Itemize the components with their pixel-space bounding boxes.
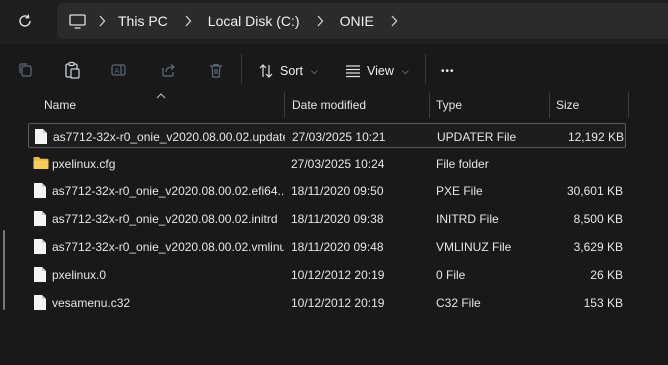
breadcrumb-local-disk[interactable]: Local Disk (C:) (208, 13, 300, 29)
view-icon (346, 65, 360, 78)
file-icon (34, 128, 50, 145)
more-options-button[interactable]: ••• (441, 58, 455, 84)
file-type: File folder (436, 156, 489, 171)
copy-icon[interactable] (14, 59, 36, 81)
file-date: 27/03/2025 10:21 (292, 129, 386, 144)
file-row[interactable]: as7712-32x-r0_onie_v2020.08.00.02.vmlinu… (28, 234, 626, 259)
command-bar: A Sort ⌵ View ⌵ ••• (0, 44, 668, 96)
file-type: INITRD File (436, 211, 499, 226)
rename-icon[interactable]: A (108, 59, 130, 81)
file-type: C32 File (436, 295, 481, 310)
chevron-right-icon[interactable] (92, 15, 112, 27)
column-divider[interactable] (549, 92, 550, 118)
file-size (548, 151, 623, 176)
refresh-icon[interactable] (14, 10, 36, 32)
column-name[interactable]: Name (44, 92, 76, 118)
chevron-down-icon: ⌵ (401, 65, 409, 76)
folder-icon (33, 156, 49, 173)
file-name: pxelinux.0 (52, 267, 107, 282)
paste-icon[interactable] (61, 59, 83, 81)
file-row[interactable]: pxelinux.0 10/12/2012 20:19 0 File 26 KB (28, 262, 626, 287)
column-divider[interactable] (284, 92, 285, 118)
file-icon (33, 210, 49, 227)
column-header: Name Date modified Type Size (0, 92, 668, 118)
file-type: PXE File (436, 183, 483, 198)
toolbar-divider (241, 54, 242, 84)
file-type: 0 File (436, 267, 466, 282)
file-size: 8,500 KB (573, 211, 623, 226)
breadcrumb-onie[interactable]: ONIE (340, 13, 374, 29)
svg-text:A: A (115, 67, 120, 75)
column-type[interactable]: Type (436, 92, 462, 118)
address-bar[interactable]: This PC Local Disk (C:) ONIE (57, 3, 668, 39)
file-type: UPDATER File (437, 129, 517, 144)
column-date-modified[interactable]: Date modified (292, 92, 366, 118)
file-icon (33, 294, 49, 311)
file-name: as7712-32x-r0_onie_v2020.08.00.02.update… (53, 129, 285, 144)
file-date: 18/11/2020 09:48 (291, 239, 384, 254)
file-name: pxelinux.cfg (52, 156, 116, 171)
file-size: 12,192 KB (567, 129, 624, 144)
file-row[interactable]: vesamenu.c32 10/12/2012 20:19 C32 File 1… (28, 290, 626, 315)
column-size[interactable]: Size (556, 92, 579, 118)
file-row[interactable]: as7712-32x-r0_onie_v2020.08.00.02.initrd… (28, 206, 626, 231)
file-name: as7712-32x-r0_onie_v2020.08.00.02.vmlinu… (52, 239, 284, 254)
column-divider[interactable] (429, 92, 430, 118)
scrollbar[interactable] (3, 230, 5, 310)
more-icon: ••• (441, 65, 455, 77)
file-row[interactable]: pxelinux.cfg 27/03/2025 10:24 File folde… (28, 151, 626, 176)
file-name: as7712-32x-r0_onie_v2020.08.00.02.efi64.… (52, 183, 284, 198)
file-icon (33, 182, 49, 199)
file-date: 10/12/2012 20:19 (291, 267, 385, 282)
chevron-right-icon[interactable] (178, 15, 198, 27)
sort-button[interactable]: Sort ⌵ (258, 58, 318, 84)
file-date: 10/12/2012 20:19 (291, 295, 385, 310)
sort-icon (259, 64, 273, 78)
share-icon[interactable] (157, 59, 179, 81)
file-date: 18/11/2020 09:50 (291, 183, 384, 198)
file-size: 3,629 KB (573, 239, 623, 254)
file-icon (33, 238, 49, 255)
file-size: 153 KB (583, 295, 623, 310)
computer-icon (68, 12, 86, 30)
file-date: 18/11/2020 09:38 (291, 211, 384, 226)
file-type: VMLINUZ File (436, 239, 512, 254)
chevron-right-icon[interactable] (310, 15, 330, 27)
file-row[interactable]: as7712-32x-r0_onie_v2020.08.00.02.update… (28, 123, 626, 148)
toolbar-divider (425, 54, 426, 84)
address-bar-area: This PC Local Disk (C:) ONIE (0, 0, 668, 44)
file-date: 27/03/2025 10:24 (291, 156, 385, 171)
file-row[interactable]: as7712-32x-r0_onie_v2020.08.00.02.efi64.… (28, 178, 626, 203)
sort-label: Sort (280, 64, 303, 78)
file-size: 30,601 KB (566, 183, 623, 198)
view-button[interactable]: View ⌵ (345, 58, 409, 84)
chevron-right-icon[interactable] (384, 15, 404, 27)
column-divider[interactable] (628, 92, 629, 118)
view-label: View (367, 64, 394, 78)
file-name: as7712-32x-r0_onie_v2020.08.00.02.initrd (52, 211, 278, 226)
file-icon (33, 266, 49, 283)
chevron-down-icon: ⌵ (310, 65, 318, 76)
file-name: vesamenu.c32 (52, 295, 131, 310)
file-size: 26 KB (590, 267, 623, 282)
breadcrumb-this-pc[interactable]: This PC (118, 13, 168, 29)
delete-icon[interactable] (205, 59, 227, 81)
